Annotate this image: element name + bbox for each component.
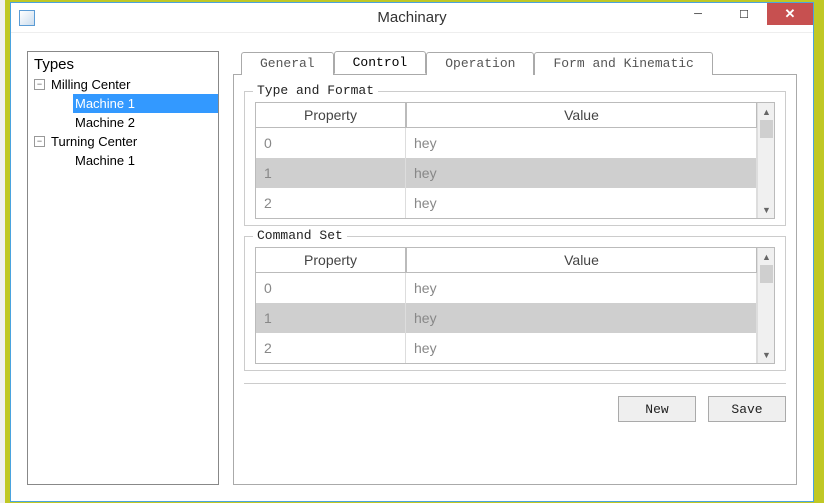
- scroll-up-icon[interactable]: ▲: [758, 103, 775, 120]
- tab-control[interactable]: Control: [334, 51, 427, 74]
- table-row[interactable]: 2 hey: [256, 188, 757, 218]
- tab-form-kinematic[interactable]: Form and Kinematic: [534, 52, 712, 75]
- tree-label: Machine 1: [73, 94, 218, 113]
- save-button[interactable]: Save: [708, 396, 786, 422]
- table-row[interactable]: 0 hey: [256, 128, 757, 158]
- col-value[interactable]: Value: [406, 103, 757, 128]
- cell-val: hey: [406, 303, 757, 333]
- table-row[interactable]: 2 hey: [256, 333, 757, 363]
- client-area: Types − Milling Center Machine 1 Machine…: [11, 33, 813, 501]
- tree-node-machine-1[interactable]: Machine 1: [28, 94, 218, 113]
- tree-connector: [58, 98, 69, 109]
- tree-label: Milling Center: [49, 75, 132, 94]
- expand-toggle-icon[interactable]: −: [34, 136, 45, 147]
- tree-node-milling-center[interactable]: − Milling Center: [28, 75, 218, 94]
- tree-label: Machine 1: [73, 151, 137, 170]
- tree-node-machine-2[interactable]: Machine 2: [28, 113, 218, 132]
- right-panel: General Control Operation Form and Kinem…: [233, 51, 797, 485]
- cell-val: hey: [406, 128, 757, 158]
- background-slice: [0, 0, 7, 503]
- scrollbar[interactable]: ▲ ▼: [757, 103, 774, 218]
- scroll-down-icon[interactable]: ▼: [758, 346, 775, 363]
- scroll-up-icon[interactable]: ▲: [758, 248, 775, 265]
- tree-node-turning-center[interactable]: − Turning Center: [28, 132, 218, 151]
- app-window: Machinary ─ ☐ ✕ Types − Milling Center M…: [10, 2, 814, 502]
- group-title: Type and Format: [253, 83, 378, 98]
- type-format-table: Property Value 0 hey 1 hey: [255, 102, 775, 219]
- col-property[interactable]: Property: [256, 103, 406, 128]
- tab-strip: General Control Operation Form and Kinem…: [241, 51, 797, 74]
- group-command-set: Command Set Property Value 0 hey: [244, 236, 786, 371]
- tree-connector: [58, 117, 69, 128]
- cell-prop: 1: [256, 303, 406, 333]
- scroll-thumb[interactable]: [760, 265, 773, 283]
- table-row[interactable]: 1 hey: [256, 158, 757, 188]
- cell-prop: 0: [256, 273, 406, 303]
- cell-val: hey: [406, 333, 757, 363]
- cell-val: hey: [406, 158, 757, 188]
- scroll-down-icon[interactable]: ▼: [758, 201, 775, 218]
- cell-val: hey: [406, 273, 757, 303]
- cell-prop: 2: [256, 333, 406, 363]
- scroll-thumb[interactable]: [760, 120, 773, 138]
- scrollbar[interactable]: ▲ ▼: [757, 248, 774, 363]
- tab-operation[interactable]: Operation: [426, 52, 534, 75]
- cell-prop: 1: [256, 158, 406, 188]
- tree-title: Types: [28, 56, 218, 73]
- tab-general[interactable]: General: [241, 52, 334, 75]
- tree-node-tc-machine-1[interactable]: Machine 1: [28, 151, 218, 170]
- cell-val: hey: [406, 188, 757, 218]
- tab-panel-control: Type and Format Property Value 0 hey: [233, 74, 797, 485]
- tree-connector: [58, 155, 69, 166]
- table-header: Property Value: [256, 103, 757, 128]
- button-bar: New Save: [244, 383, 786, 422]
- table-row[interactable]: 0 hey: [256, 273, 757, 303]
- cell-prop: 0: [256, 128, 406, 158]
- table-row[interactable]: 1 hey: [256, 303, 757, 333]
- cell-prop: 2: [256, 188, 406, 218]
- command-set-table: Property Value 0 hey 1 hey: [255, 247, 775, 364]
- group-title: Command Set: [253, 228, 347, 243]
- tree-label: Turning Center: [49, 132, 139, 151]
- col-value[interactable]: Value: [406, 248, 757, 273]
- window-title: Machinary: [11, 9, 813, 26]
- expand-toggle-icon[interactable]: −: [34, 79, 45, 90]
- types-tree[interactable]: − Milling Center Machine 1 Machine 2 − T…: [28, 73, 218, 170]
- table-header: Property Value: [256, 248, 757, 273]
- group-type-and-format: Type and Format Property Value 0 hey: [244, 91, 786, 226]
- types-tree-panel: Types − Milling Center Machine 1 Machine…: [27, 51, 219, 485]
- col-property[interactable]: Property: [256, 248, 406, 273]
- titlebar[interactable]: Machinary ─ ☐ ✕: [11, 3, 813, 33]
- tree-label: Machine 2: [73, 113, 137, 132]
- new-button[interactable]: New: [618, 396, 696, 422]
